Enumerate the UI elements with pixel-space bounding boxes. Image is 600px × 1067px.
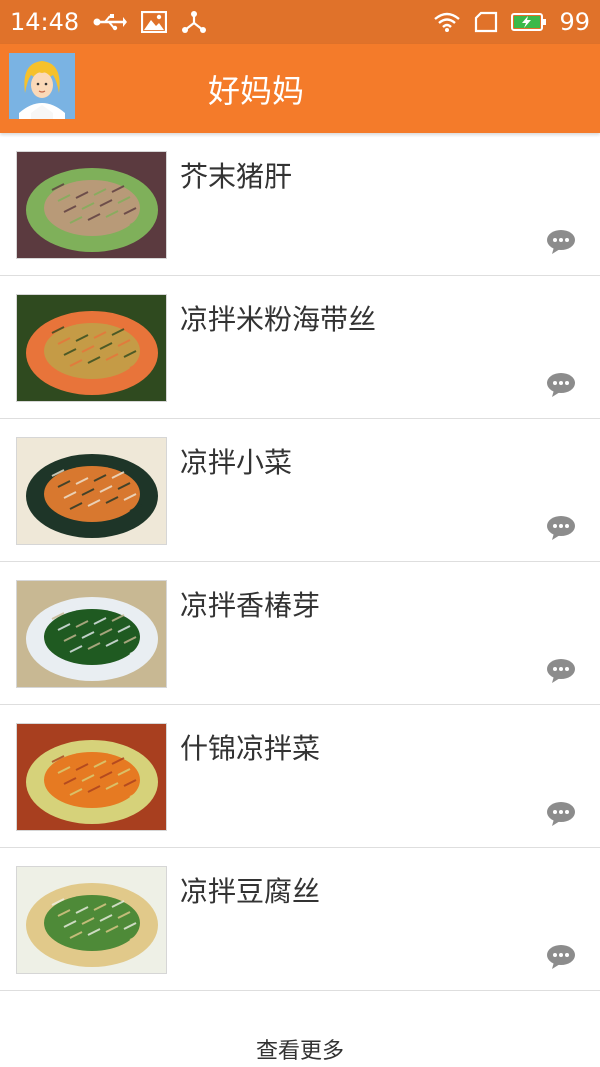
comment-icon: [547, 945, 575, 969]
recipe-name: 凉拌香椿芽: [180, 589, 321, 622]
wifi-icon: [434, 12, 461, 32]
comment-button[interactable]: [546, 515, 576, 541]
recipe-list-item[interactable]: 凉拌香椿芽: [0, 562, 600, 705]
usb-icon: [93, 14, 128, 31]
image-icon: [141, 11, 168, 33]
recipe-list: 芥末猪肝凉拌米粉海带丝 凉拌小菜凉拌香椿芽什锦凉拌菜凉拌豆腐丝: [0, 133, 600, 991]
recipe-name: 凉拌豆腐丝: [180, 875, 321, 908]
recipe-name: 芥末猪肝: [180, 160, 293, 193]
status-bar: 14:48 99: [0, 0, 600, 44]
status-right-icons: 99: [433, 8, 590, 36]
recipe-list-item[interactable]: 凉拌小菜: [0, 419, 600, 562]
battery-charging-icon: [511, 13, 547, 31]
battery-percent: 99: [559, 8, 590, 36]
recipe-thumbnail: [16, 866, 167, 974]
comment-button[interactable]: [546, 944, 576, 970]
comment-button[interactable]: [546, 658, 576, 684]
recipe-list-item[interactable]: 凉拌豆腐丝: [0, 848, 600, 991]
comment-button[interactable]: [546, 229, 576, 255]
recipe-list-item[interactable]: 凉拌米粉海带丝: [0, 276, 600, 419]
comment-icon: [547, 230, 575, 254]
app-title: 好妈妈: [208, 72, 305, 110]
recipe-list-item[interactable]: 芥末猪肝: [0, 133, 600, 276]
status-time: 14:48: [10, 8, 80, 36]
recipe-thumbnail: [16, 151, 167, 259]
share-icon: [182, 11, 207, 33]
comment-icon: [547, 516, 575, 540]
recipe-thumbnail: [16, 580, 167, 688]
comment-icon: [547, 802, 575, 826]
comment-icon: [547, 373, 575, 397]
recipe-thumbnail: [16, 437, 167, 545]
recipe-name: 什锦凉拌菜: [180, 732, 321, 765]
comment-icon: [547, 659, 575, 683]
load-more-button[interactable]: 查看更多: [0, 991, 600, 1067]
recipe-list-item[interactable]: 什锦凉拌菜: [0, 705, 600, 848]
app-bar: 好妈妈: [0, 44, 600, 133]
recipe-name: 凉拌小菜: [180, 446, 293, 479]
sim-icon: [475, 11, 498, 33]
recipe-name: 凉拌米粉海带丝: [180, 303, 377, 336]
comment-button[interactable]: [546, 801, 576, 827]
status-left-icons: [93, 10, 207, 34]
recipe-thumbnail: [16, 723, 167, 831]
recipe-thumbnail: [16, 294, 167, 402]
avatar-girl-icon: [9, 53, 75, 119]
avatar[interactable]: [9, 53, 75, 119]
load-more-label: 查看更多: [255, 1039, 344, 1064]
comment-button[interactable]: [546, 372, 576, 398]
